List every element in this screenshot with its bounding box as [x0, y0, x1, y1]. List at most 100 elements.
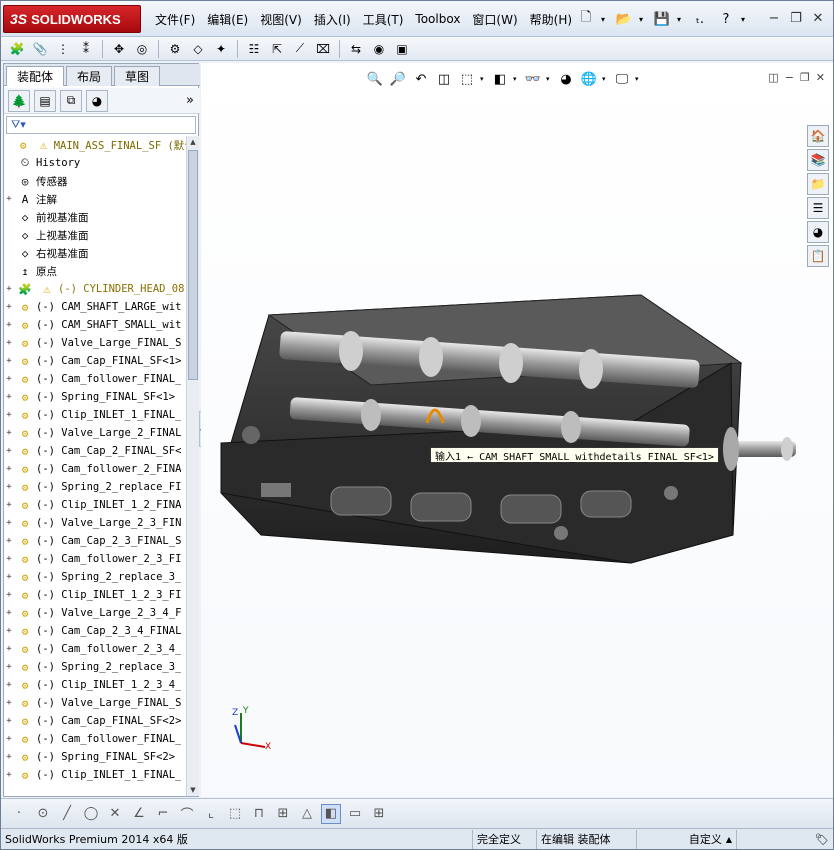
- expand-toggle-icon[interactable]: +: [4, 752, 14, 762]
- menu-item[interactable]: 文件(F): [149, 11, 201, 28]
- smart-fasteners-icon[interactable]: ⁑: [76, 39, 96, 59]
- expand-chevron-icon[interactable]: »: [186, 93, 194, 108]
- hole-alignment-icon[interactable]: ◉: [369, 39, 389, 59]
- tree-item[interactable]: + ⚙ (-) Spring_FINAL_SF<2>: [4, 748, 186, 766]
- tree-scrollbar[interactable]: ▲ ▼: [186, 136, 199, 796]
- line-icon[interactable]: ╱: [57, 804, 77, 824]
- menu-item[interactable]: 插入(I): [308, 11, 357, 28]
- assembly-features-icon[interactable]: ⚙: [165, 39, 185, 59]
- tree-item[interactable]: + ⚙ (-) Valve_Large_FINAL_S: [4, 334, 186, 352]
- menu-item[interactable]: 编辑(E): [201, 11, 254, 28]
- bill-of-materials-icon[interactable]: ☷: [244, 39, 264, 59]
- rectangle-select-icon[interactable]: ⬚: [225, 804, 245, 824]
- help-dropdown-icon[interactable]: ▾: [741, 15, 749, 24]
- linear-pattern-icon[interactable]: ⋮: [53, 39, 73, 59]
- tree-item[interactable]: + ⚙ (-) Cam_follower_2_3_FI: [4, 550, 186, 568]
- tree-filter-field[interactable]: ⛛▾: [6, 116, 196, 134]
- tree-item[interactable]: + A 注解: [4, 190, 186, 208]
- expand-toggle-icon[interactable]: +: [4, 500, 14, 510]
- tree-item[interactable]: + ⚙ (-) Cam_follower_FINAL_: [4, 370, 186, 388]
- tree-item[interactable]: + ⚙ (-) Cam_follower_FINAL_: [4, 730, 186, 748]
- new-motion-study-icon[interactable]: ✦: [211, 39, 231, 59]
- menu-item[interactable]: 窗口(W): [466, 11, 523, 28]
- tree-item[interactable]: + 🧩 ⚠ (-) CYLINDER_HEAD_08: [4, 280, 186, 298]
- show-hidden-icon[interactable]: ◎: [132, 39, 152, 59]
- tree-item[interactable]: ↥ 原点: [4, 262, 186, 280]
- tree-item[interactable]: + ⚙ (-) Valve_Large_2_3_4_F: [4, 604, 186, 622]
- expand-toggle-icon[interactable]: +: [4, 770, 14, 780]
- point-icon[interactable]: ⊙: [33, 804, 53, 824]
- restore-icon[interactable]: ❐: [787, 9, 805, 27]
- angle-icon[interactable]: ∠: [129, 804, 149, 824]
- save-dropdown-icon[interactable]: ▾: [677, 15, 685, 24]
- expand-toggle-icon[interactable]: +: [4, 518, 14, 528]
- expand-toggle-icon[interactable]: +: [4, 338, 14, 348]
- open-folder-icon[interactable]: 📂: [613, 8, 635, 30]
- expand-toggle-icon[interactable]: +: [4, 698, 14, 708]
- tree-item[interactable]: + ⚙ (-) Spring_2_replace_FI: [4, 478, 186, 496]
- trim-icon[interactable]: ✕: [105, 804, 125, 824]
- tree-item[interactable]: + ⚙ (-) Valve_Large_2_FINAL: [4, 424, 186, 442]
- tree-item[interactable]: + ⚙ (-) CAM_SHAFT_LARGE_wit: [4, 298, 186, 316]
- four-view-icon[interactable]: ⊞: [369, 804, 389, 824]
- tree-item[interactable]: + ⚙ (-) Spring_FINAL_SF<1>: [4, 388, 186, 406]
- expand-toggle-icon[interactable]: +: [4, 302, 14, 312]
- expand-toggle-icon[interactable]: +: [4, 194, 14, 204]
- expand-toggle-icon[interactable]: +: [4, 716, 14, 726]
- tree-item[interactable]: + ⚙ (-) Clip_INLET_1_2_FINA: [4, 496, 186, 514]
- cylinder-head-model[interactable]: [201, 63, 833, 797]
- new-document-icon[interactable]: 🗋: [575, 8, 597, 30]
- menu-item[interactable]: 工具(T): [357, 11, 410, 28]
- fillet-icon[interactable]: ⌒: [177, 804, 197, 824]
- triangle-icon[interactable]: △: [297, 804, 317, 824]
- interference-detection-icon[interactable]: ⌧: [313, 39, 333, 59]
- feature-manager-tab[interactable]: 装配体: [6, 66, 65, 86]
- tree-item[interactable]: + ⚙ (-) Cam_Cap_2_3_FINAL_S: [4, 532, 186, 550]
- expand-toggle-icon[interactable]: +: [4, 374, 14, 384]
- status-units[interactable]: 自定义 ▲: [637, 829, 737, 849]
- exploded-view-icon[interactable]: ⇱: [267, 39, 287, 59]
- close-icon[interactable]: ✕: [809, 9, 827, 27]
- expand-toggle-icon[interactable]: +: [4, 356, 14, 366]
- tree-item[interactable]: + ⚙ (-) Cam_Cap_FINAL_SF<1>: [4, 352, 186, 370]
- expand-toggle-icon[interactable]: +: [4, 482, 14, 492]
- tree-item[interactable]: + ⚙ (-) Clip_INLET_1_2_3_FI: [4, 586, 186, 604]
- feature-manager-tab[interactable]: 布局: [66, 66, 113, 86]
- expand-toggle-icon[interactable]: +: [4, 662, 14, 672]
- expand-toggle-icon[interactable]: +: [4, 446, 14, 456]
- move-component-icon[interactable]: ✥: [109, 39, 129, 59]
- tree-item[interactable]: + ⚙ (-) Cam_follower_2_3_4_: [4, 640, 186, 658]
- help-icon[interactable]: ?: [715, 8, 737, 30]
- scroll-down-icon[interactable]: ▼: [187, 784, 199, 796]
- expand-toggle-icon[interactable]: +: [4, 680, 14, 690]
- tree-item[interactable]: + ⚙ (-) Clip_INLET_1_2_3_4_: [4, 676, 186, 694]
- tree-item[interactable]: + ⚙ (-) Cam_Cap_2_FINAL_SF<: [4, 442, 186, 460]
- expand-toggle-icon[interactable]: +: [4, 464, 14, 474]
- expand-toggle-icon[interactable]: +: [4, 536, 14, 546]
- menu-item[interactable]: 帮助(H): [524, 11, 578, 28]
- save-icon[interactable]: 💾: [651, 8, 673, 30]
- expand-toggle-icon[interactable]: +: [4, 410, 14, 420]
- expand-toggle-icon[interactable]: +: [4, 626, 14, 636]
- open-dropdown-icon[interactable]: ▾: [639, 15, 647, 24]
- dimension-icon[interactable]: ⊓: [249, 804, 269, 824]
- mate-icon[interactable]: 📎: [30, 39, 50, 59]
- graphics-area[interactable]: 🔍 🔎 ↶ ◫ ⬚ ▾ ◧ ▾ 👓 ▾ ◕ 🌐 ▾ 🖵 ▾ ◫ − ❐ ✕ 🏠 📚 📁 ☰…: [201, 63, 833, 797]
- expand-toggle-icon[interactable]: +: [4, 590, 14, 600]
- property-manager-icon[interactable]: ▤: [34, 89, 56, 112]
- tree-item[interactable]: ◇ 上视基准面: [4, 226, 186, 244]
- tree-item[interactable]: ⏲ History: [4, 154, 186, 172]
- tree-item[interactable]: ⚙ ⚠ MAIN_ASS_FINAL_SF (默认<: [4, 136, 186, 154]
- scroll-up-icon[interactable]: ▲: [187, 136, 199, 148]
- expand-toggle-icon[interactable]: +: [4, 428, 14, 438]
- tree-item[interactable]: ◇ 右视基准面: [4, 244, 186, 262]
- expand-toggle-icon[interactable]: +: [4, 644, 14, 654]
- configuration-manager-icon[interactable]: ⧉: [60, 89, 82, 112]
- expand-toggle-icon[interactable]: +: [4, 734, 14, 744]
- new-dropdown-icon[interactable]: ▾: [601, 15, 609, 24]
- circle-icon[interactable]: ◯: [81, 804, 101, 824]
- shaded-view-icon[interactable]: ◧: [321, 803, 341, 824]
- tree-item[interactable]: + ⚙ (-) Cam_Cap_FINAL_SF<2>: [4, 712, 186, 730]
- single-view-icon[interactable]: ▭: [345, 804, 365, 824]
- tree-item[interactable]: + ⚙ (-) Clip_INLET_1_FINAL_: [4, 406, 186, 424]
